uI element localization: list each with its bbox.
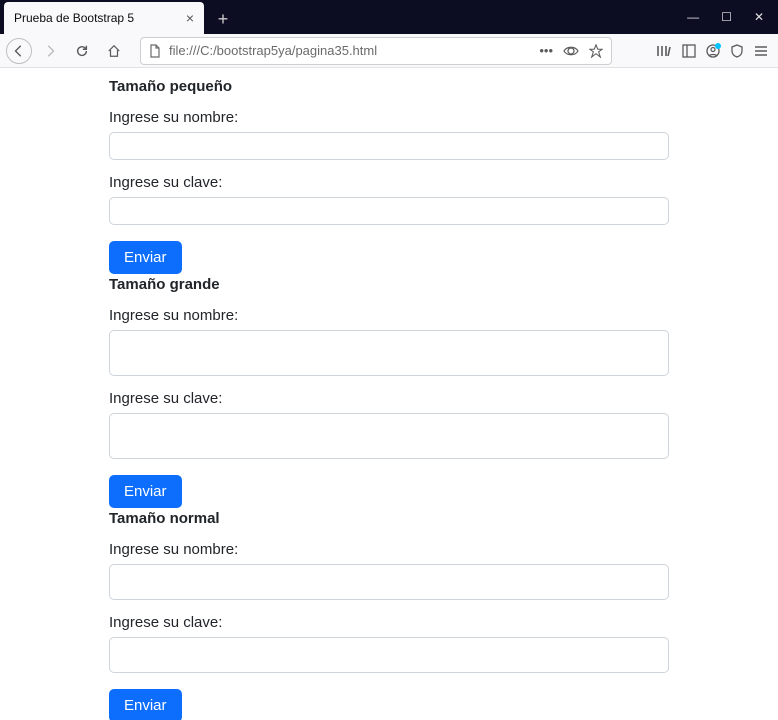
label-name-normal: Ingrese su nombre: [109,541,669,558]
hamburger-menu-icon[interactable] [754,44,768,58]
file-icon [149,44,161,58]
shield-icon[interactable] [730,44,744,58]
input-name-normal[interactable] [109,564,669,600]
label-password-normal: Ingrese su clave: [109,614,669,631]
label-password-large: Ingrese su clave: [109,390,669,407]
input-name-small[interactable] [109,132,669,160]
reader-mode-icon[interactable] [563,44,579,58]
submit-button-large[interactable]: Enviar [109,475,182,508]
library-icon[interactable] [656,44,672,58]
bookmark-star-icon[interactable] [589,44,603,58]
url-text: file:///C:/bootstrap5ya/pagina35.html [169,43,531,58]
label-password-small: Ingrese su clave: [109,174,669,191]
section-heading-large: Tamaño grande [109,276,669,293]
input-name-large[interactable] [109,330,669,376]
arrow-left-icon [12,44,26,58]
input-password-small[interactable] [109,197,669,225]
close-tab-icon[interactable]: × [186,10,194,26]
page-viewport[interactable]: Tamaño pequeño Ingrese su nombre: Ingres… [0,68,778,720]
browser-toolbar: file:///C:/bootstrap5ya/pagina35.html ••… [0,34,778,68]
forward-button [36,37,64,65]
window-minimize-icon[interactable]: — [687,10,699,24]
new-tab-button[interactable]: + [208,4,238,34]
window-controls: — ☐ ✕ [687,0,778,34]
label-name-large: Ingrese su nombre: [109,307,669,324]
reload-icon [75,44,89,58]
section-heading-normal: Tamaño normal [109,510,669,527]
reload-button[interactable] [68,37,96,65]
browser-titlebar: Prueba de Bootstrap 5 × + — ☐ ✕ [0,0,778,34]
page-actions-icon[interactable]: ••• [539,43,553,58]
input-password-large[interactable] [109,413,669,459]
section-heading-small: Tamaño pequeño [109,78,669,95]
window-maximize-icon[interactable]: ☐ [721,10,732,24]
url-bar[interactable]: file:///C:/bootstrap5ya/pagina35.html ••… [140,37,612,65]
home-icon [107,44,121,58]
window-close-icon[interactable]: ✕ [754,10,764,24]
submit-button-small[interactable]: Enviar [109,241,182,274]
sidebar-icon[interactable] [682,44,696,58]
tab-title: Prueba de Bootstrap 5 [14,11,186,25]
label-name-small: Ingrese su nombre: [109,109,669,126]
back-button[interactable] [6,38,32,64]
submit-button-normal[interactable]: Enviar [109,689,182,720]
account-icon[interactable] [706,44,720,58]
arrow-right-icon [43,44,57,58]
page-container: Tamaño pequeño Ingrese su nombre: Ingres… [109,68,669,720]
browser-tab[interactable]: Prueba de Bootstrap 5 × [4,2,204,34]
home-button[interactable] [100,37,128,65]
input-password-normal[interactable] [109,637,669,673]
